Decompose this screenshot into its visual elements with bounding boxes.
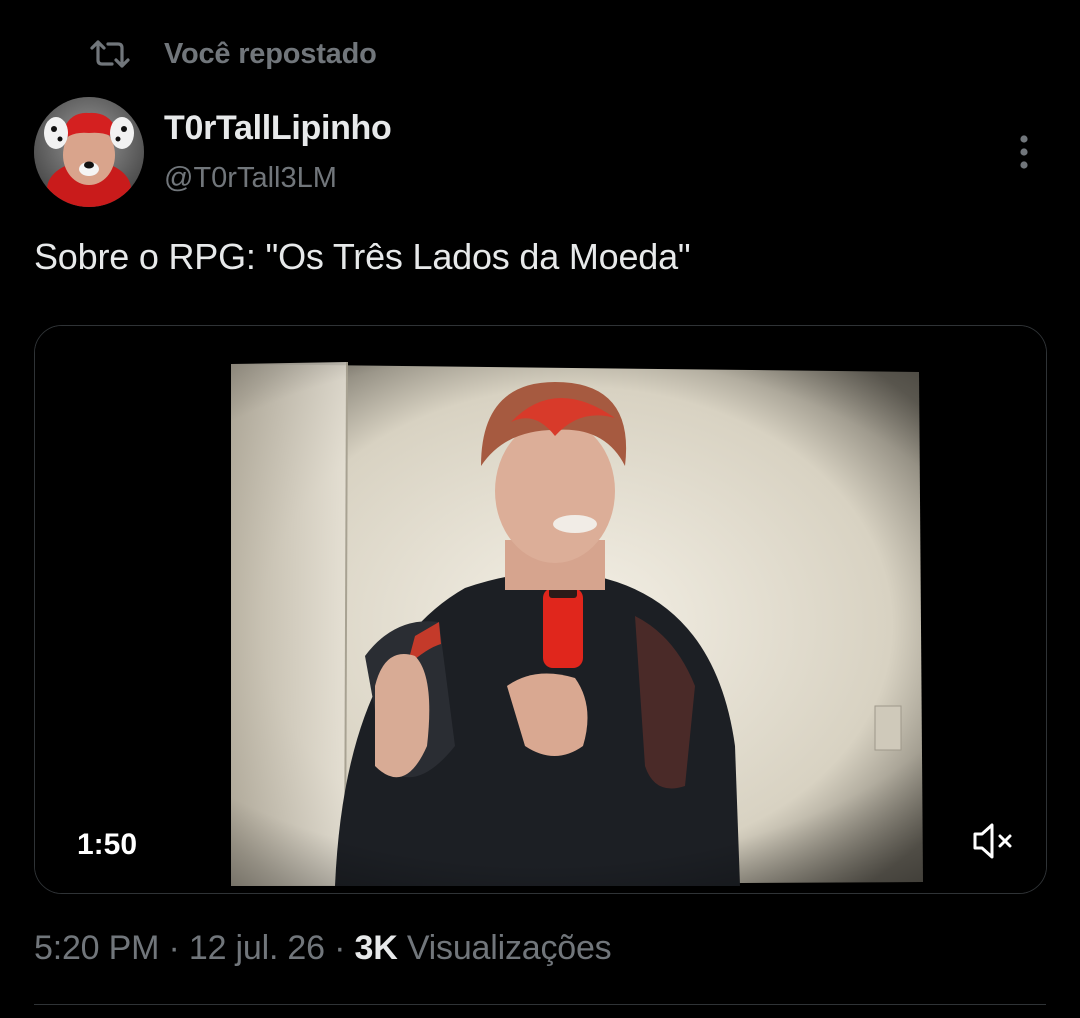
author-display-name[interactable]: T0rTallLipinho <box>164 106 392 150</box>
video-duration: 1:50 <box>77 828 138 861</box>
views-label: Visualizações <box>406 929 612 967</box>
divider <box>34 1004 1046 1005</box>
tweet-date[interactable]: 12 jul. 26 <box>189 929 325 967</box>
repost-icon <box>86 30 134 78</box>
avatar[interactable] <box>34 97 144 207</box>
views-count: 3K <box>354 929 398 967</box>
tweet-metadata: 5:20 PM · 12 jul. 26 · 3K Visualizações <box>34 924 612 972</box>
meta-separator: · <box>168 929 180 967</box>
meta-separator: · <box>334 929 346 967</box>
video-player[interactable]: 1:50 <box>34 325 1047 894</box>
tweet-text: Sobre o RPG: "Os Três Lados da Moeda" <box>34 236 691 277</box>
unmute-button[interactable] <box>965 816 1021 866</box>
more-options-button[interactable] <box>1000 126 1048 178</box>
author-handle[interactable]: @T0rTall3LM <box>164 158 392 198</box>
author-info[interactable]: T0rTallLipinho @T0rTall3LM <box>164 106 392 198</box>
social-context-label: Você repostado <box>164 37 377 70</box>
video-thumbnail[interactable] <box>35 326 1046 893</box>
social-context[interactable]: Você repostado <box>86 30 377 78</box>
volume-muted-icon <box>973 823 1012 859</box>
more-vertical-icon <box>1020 135 1028 169</box>
tweet-time[interactable]: 5:20 PM <box>34 929 159 967</box>
